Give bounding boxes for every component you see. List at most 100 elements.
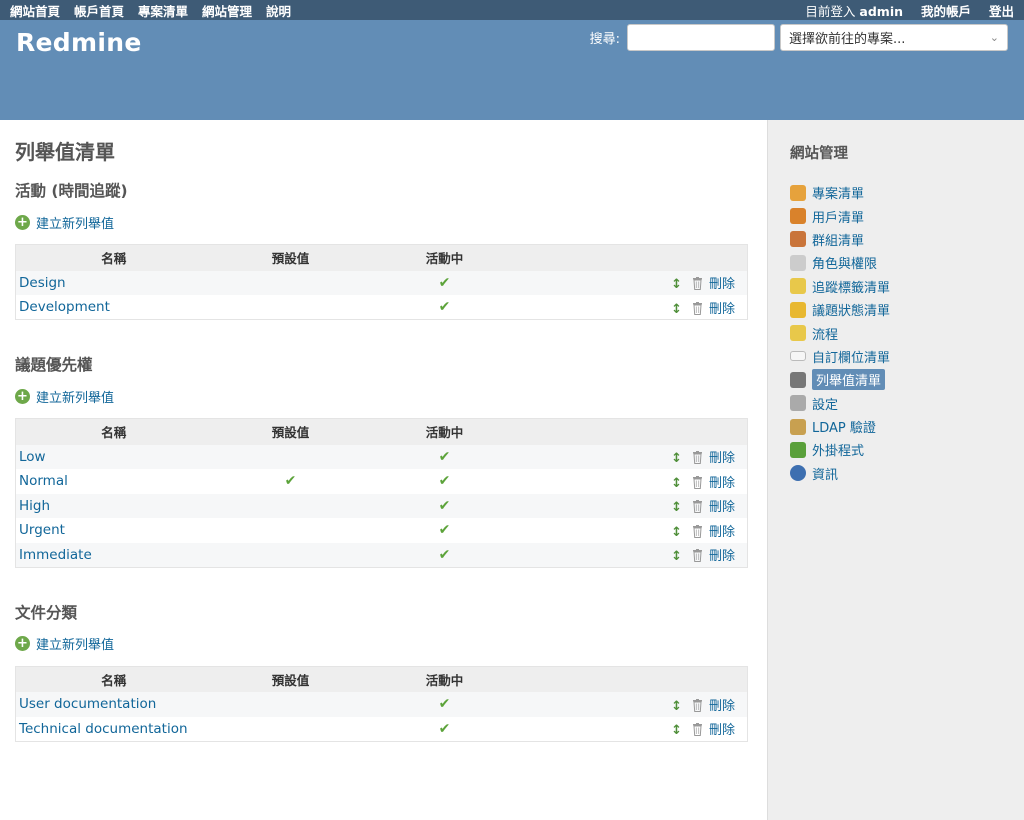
trash-icon[interactable] xyxy=(692,277,703,291)
trash-icon[interactable] xyxy=(692,301,703,315)
enumeration-name[interactable]: Design xyxy=(16,271,212,296)
trash-icon[interactable] xyxy=(692,698,703,712)
sidebar-item[interactable]: 專案清單 xyxy=(790,181,1024,204)
sidebar-item-label[interactable]: 用戶清單 xyxy=(812,207,864,226)
app-title[interactable]: Redmine xyxy=(16,28,142,57)
enumeration-name[interactable]: Low xyxy=(16,445,212,470)
enumeration-icon xyxy=(790,371,806,388)
sidebar-item-label[interactable]: 流程 xyxy=(812,324,838,343)
enumeration-name[interactable]: Immediate xyxy=(16,543,212,568)
sidebar-item-label[interactable]: 自訂欄位清單 xyxy=(812,347,890,366)
enumeration-name[interactable]: User documentation xyxy=(16,692,212,717)
sort-handle-icon[interactable]: ↕ xyxy=(671,699,682,714)
trash-icon[interactable] xyxy=(692,451,703,465)
sidebar-item-label[interactable]: 列舉值清單 xyxy=(812,369,886,391)
sidebar-item[interactable]: LDAP 驗證 xyxy=(790,415,1024,438)
trash-icon[interactable] xyxy=(692,500,703,514)
delete-link[interactable]: 刪除 xyxy=(709,525,735,540)
enumeration-name-link[interactable]: Technical documentation xyxy=(19,721,188,737)
top-link-home[interactable]: 網站首頁 xyxy=(10,4,60,19)
sidebar-item[interactable]: 資訊 xyxy=(790,462,1024,485)
sort-handle-icon[interactable]: ↕ xyxy=(671,451,682,466)
delete-link[interactable]: 刪除 xyxy=(709,302,735,317)
sort-handle-icon[interactable]: ↕ xyxy=(671,549,682,564)
sidebar-item[interactable]: 議題狀態清單 xyxy=(790,298,1024,321)
enumeration-name-link[interactable]: Urgent xyxy=(19,522,65,538)
sidebar-item-label[interactable]: 追蹤標籤清單 xyxy=(812,277,890,296)
delete-link[interactable]: 刪除 xyxy=(709,549,735,564)
sort-handle-icon[interactable]: ↕ xyxy=(671,302,682,317)
sidebar-item[interactable]: 外掛程式 xyxy=(790,438,1024,461)
sidebar-item[interactable]: 群組清單 xyxy=(790,228,1024,251)
sidebar-item-label[interactable]: 專案清單 xyxy=(812,183,864,202)
ldap-icon xyxy=(790,418,806,435)
enumeration-name[interactable]: Normal xyxy=(16,469,212,494)
sidebar-item-label[interactable]: 資訊 xyxy=(812,464,838,483)
enumeration-name[interactable]: High xyxy=(16,494,212,519)
trash-icon[interactable] xyxy=(692,549,703,562)
top-link-my-page[interactable]: 帳戶首頁 xyxy=(74,4,124,19)
trash-icon[interactable] xyxy=(692,723,703,736)
delete-link[interactable]: 刪除 xyxy=(709,500,735,515)
table-row: Immediate ✔ ↕ 刪除 xyxy=(15,542,748,568)
actions-cell: ↕ 刪除 xyxy=(520,717,748,742)
delete-link[interactable]: 刪除 xyxy=(709,476,735,491)
sidebar-item[interactable]: 設定 xyxy=(790,392,1024,415)
delete-link[interactable]: 刪除 xyxy=(709,277,735,292)
content: 列舉值清單 活動 (時間追蹤) + 建立新列舉值 名稱 預設值 活動中 Design ✔ ↕ 刪除… xyxy=(0,120,767,820)
project-jump-select[interactable]: 選擇欲前往的專案... ⌄ xyxy=(780,24,1008,51)
column-header: 活動中 xyxy=(369,244,520,271)
new-enumeration-link[interactable]: + 建立新列舉值 xyxy=(15,635,749,653)
sidebar-item[interactable]: 自訂欄位清單 xyxy=(790,345,1024,368)
top-link-projects[interactable]: 專案清單 xyxy=(138,4,188,19)
enumeration-name-link[interactable]: Low xyxy=(19,449,46,465)
sidebar-item-label[interactable]: 外掛程式 xyxy=(812,440,864,459)
sort-handle-icon[interactable]: ↕ xyxy=(671,277,682,292)
sort-handle-icon[interactable]: ↕ xyxy=(671,525,682,540)
search-input[interactable] xyxy=(627,24,775,51)
sidebar-item[interactable]: 流程 xyxy=(790,321,1024,344)
sort-handle-icon[interactable]: ↕ xyxy=(671,476,682,491)
trash-icon[interactable] xyxy=(692,524,703,538)
user-icon xyxy=(790,208,806,225)
new-enumeration-link[interactable]: + 建立新列舉值 xyxy=(15,387,749,406)
delete-link[interactable]: 刪除 xyxy=(709,699,735,714)
sidebar-item[interactable]: 列舉值清單 xyxy=(790,368,1024,391)
sidebar-item-label[interactable]: LDAP 驗證 xyxy=(812,417,876,436)
logged-user-link[interactable]: admin xyxy=(859,4,903,19)
trash-icon[interactable] xyxy=(692,475,703,489)
logout-link[interactable]: 登出 xyxy=(989,4,1014,19)
top-link-help[interactable]: 說明 xyxy=(266,4,291,19)
sidebar-item-label[interactable]: 群組清單 xyxy=(812,230,864,249)
enumeration-name-link[interactable]: Immediate xyxy=(19,547,92,563)
delete-link[interactable]: 刪除 xyxy=(709,451,735,466)
enumeration-name[interactable]: Urgent xyxy=(16,518,212,543)
default-cell xyxy=(212,717,370,742)
enumeration-name-link[interactable]: Design xyxy=(19,275,66,291)
tracker-icon xyxy=(790,278,806,295)
enumeration-name[interactable]: Development xyxy=(16,295,212,320)
enumeration-name-link[interactable]: User documentation xyxy=(19,696,156,712)
top-link-administration[interactable]: 網站管理 xyxy=(202,4,252,19)
enumeration-name[interactable]: Technical documentation xyxy=(16,717,212,742)
new-enumeration-label[interactable]: 建立新列舉值 xyxy=(36,213,114,232)
new-enumeration-label[interactable]: 建立新列舉值 xyxy=(36,634,114,653)
new-enumeration-label[interactable]: 建立新列舉值 xyxy=(36,387,114,406)
active-cell: ✔ xyxy=(370,295,520,320)
sort-handle-icon[interactable]: ↕ xyxy=(671,723,682,738)
new-enumeration-link[interactable]: + 建立新列舉值 xyxy=(15,213,749,232)
my-account-link[interactable]: 我的帳戶 xyxy=(921,4,971,19)
delete-link[interactable]: 刪除 xyxy=(709,723,735,738)
sidebar-item-label[interactable]: 設定 xyxy=(812,394,838,413)
enumeration-name-link[interactable]: Normal xyxy=(19,473,68,489)
enumeration-name-link[interactable]: Development xyxy=(19,299,110,315)
sidebar-item-label[interactable]: 議題狀態清單 xyxy=(812,300,890,319)
actions-cell: ↕ 刪除 xyxy=(520,494,748,519)
sidebar-item[interactable]: 追蹤標籤清單 xyxy=(790,275,1024,298)
enumeration-name-link[interactable]: High xyxy=(19,498,50,514)
sidebar: 網站管理 專案清單 用戶清單 群組清單 角色與權限 追蹤標籤清單 議題狀態清單 流程 自訂欄位… xyxy=(767,120,1024,820)
sidebar-item[interactable]: 用戶清單 xyxy=(790,204,1024,227)
sidebar-item-label[interactable]: 角色與權限 xyxy=(812,253,877,272)
sort-handle-icon[interactable]: ↕ xyxy=(671,500,682,515)
sidebar-item[interactable]: 角色與權限 xyxy=(790,251,1024,274)
